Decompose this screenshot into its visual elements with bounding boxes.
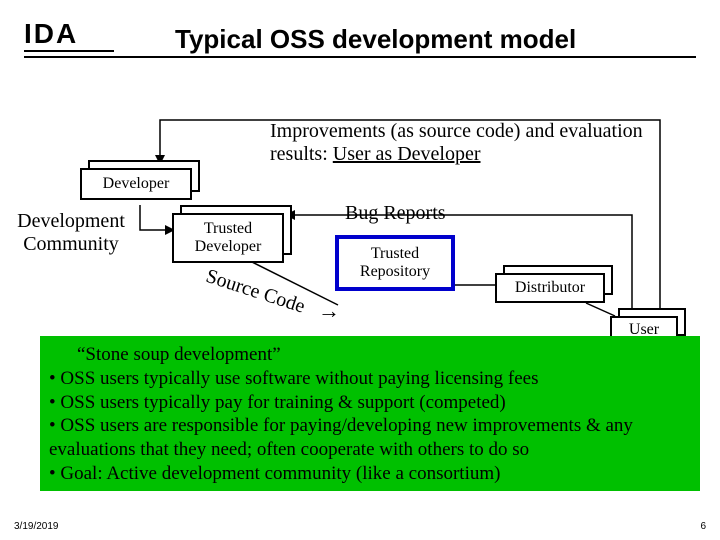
diagram-canvas: Improvements (as source code) and evalua… [0, 60, 720, 520]
trusted-developer-box: Trusted Developer [172, 205, 296, 265]
developer-label-text: Developer [103, 175, 170, 193]
distributor-box: Distributor [495, 265, 615, 305]
improvements-label: Improvements (as source code) and evalua… [270, 120, 670, 166]
green-panel: “Stone soup development” • OSS users typ… [40, 336, 700, 491]
bullet-4: • Goal: Active development community (li… [49, 462, 691, 486]
trusted-repository-box: Trusted Repository [335, 235, 465, 295]
source-code-label: Source Code [203, 265, 308, 319]
dev-community-label: Development Community [6, 210, 136, 256]
developer-box: Developer [80, 160, 200, 200]
footer-page: 6 [700, 521, 706, 532]
trusted-repo-line1: Trusted [371, 245, 419, 263]
bullet-lead: “Stone soup development” [49, 343, 691, 367]
improvements-emphasis: User as Developer [333, 143, 481, 165]
bullet-1: • OSS users typically use software witho… [49, 367, 691, 391]
bullet-3: • OSS users are responsible for paying/d… [49, 414, 691, 462]
title-underline [24, 56, 696, 58]
trusted-dev-line1: Trusted [204, 220, 252, 238]
bug-reports-label: Bug Reports [345, 202, 446, 225]
dev-community-line2: Community [6, 233, 136, 256]
trusted-dev-line2: Developer [195, 238, 262, 256]
arrow-right-icon: → [318, 298, 340, 324]
footer-date: 3/19/2019 [14, 521, 59, 532]
bullet-2: • OSS users typically pay for training &… [49, 391, 691, 415]
trusted-repo-line2: Repository [360, 263, 430, 281]
page-title: Typical OSS development model [175, 24, 576, 55]
logo-underline [24, 50, 114, 52]
logo: IDA [24, 18, 78, 50]
distributor-label: Distributor [515, 279, 585, 297]
dev-community-line1: Development [6, 210, 136, 233]
